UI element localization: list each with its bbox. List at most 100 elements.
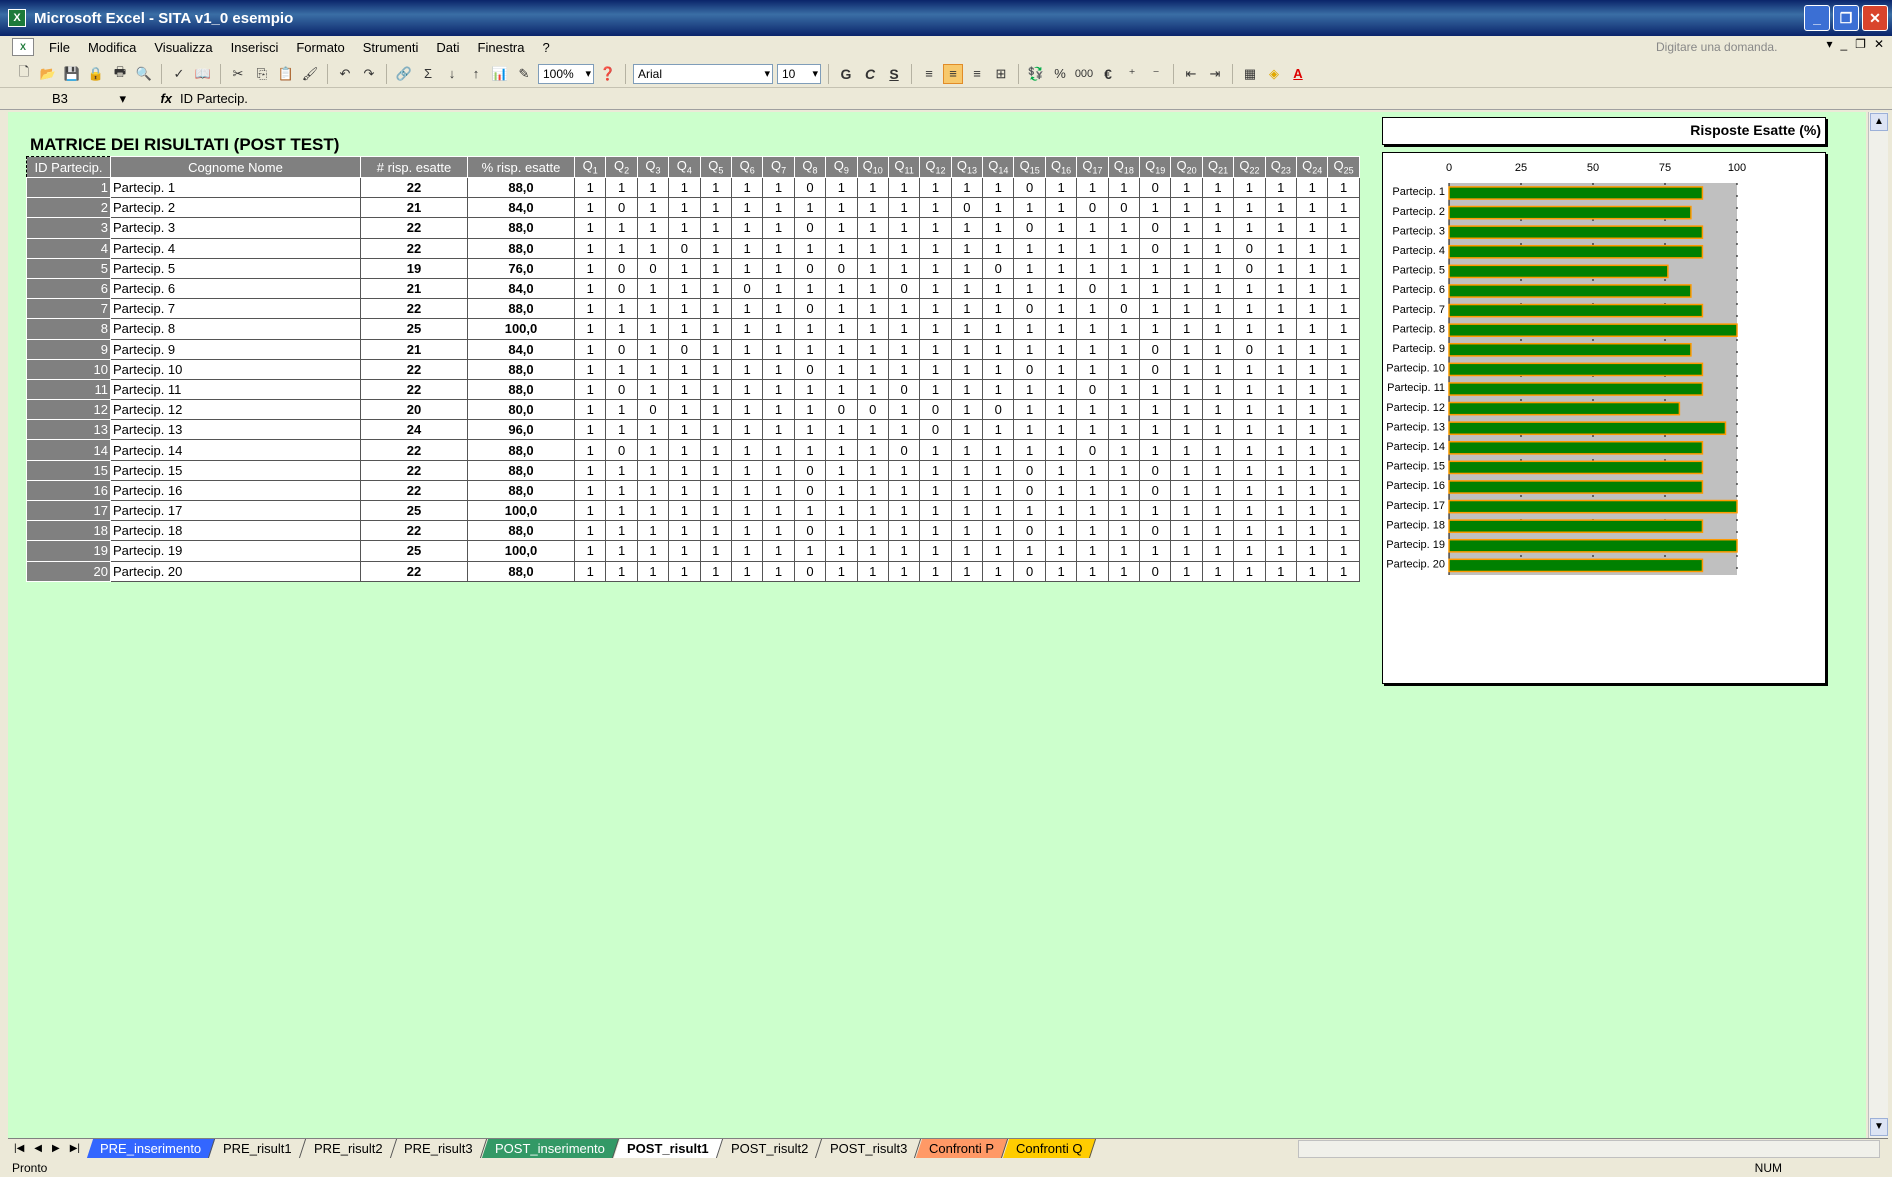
menu-formato[interactable]: Formato — [287, 40, 353, 55]
cell-answer[interactable]: 0 — [793, 257, 827, 279]
cell-answer[interactable]: 1 — [887, 217, 921, 239]
cell-answer[interactable]: 1 — [1076, 459, 1109, 481]
euro-button[interactable]: € — [1098, 64, 1118, 84]
header-percent[interactable]: % risp. esatte — [467, 156, 575, 178]
cell-answer[interactable]: 1 — [636, 520, 670, 542]
cell-answer[interactable]: 1 — [699, 560, 732, 582]
cell-answer[interactable]: 1 — [1201, 459, 1235, 481]
cell-answer[interactable]: 1 — [636, 439, 670, 461]
horizontal-scrollbar[interactable] — [1298, 1140, 1880, 1158]
cell-answer[interactable]: 1 — [573, 540, 607, 562]
cell-answer[interactable]: 1 — [636, 176, 670, 199]
cell-answer[interactable]: 1 — [1044, 459, 1078, 481]
cell-answer[interactable]: 1 — [699, 197, 732, 219]
doc-close-button[interactable]: ✕ — [1874, 37, 1884, 51]
cell-answer[interactable]: 1 — [887, 176, 921, 199]
cell-answer[interactable]: 1 — [887, 358, 921, 380]
cell-answer[interactable]: 1 — [1107, 277, 1141, 300]
header-q16[interactable]: Q16 — [1044, 156, 1078, 178]
sheet-tab-pre-inserimento[interactable]: PRE_inserimento — [86, 1139, 216, 1158]
cell-answer[interactable]: 1 — [1201, 439, 1235, 461]
cell-answer[interactable]: 1 — [1233, 499, 1266, 522]
cell-answer[interactable]: 0 — [636, 399, 670, 421]
cell-answer[interactable]: 1 — [1233, 176, 1266, 199]
align-left-icon[interactable]: ≡ — [919, 64, 939, 84]
cell-answer[interactable]: 1 — [1170, 237, 1203, 259]
cell-id[interactable]: 15 — [26, 459, 111, 481]
cell-answer[interactable]: 1 — [668, 520, 701, 542]
cell-answer[interactable]: 1 — [1170, 358, 1203, 380]
menu-strumenti[interactable]: Strumenti — [354, 40, 428, 55]
cell-answer[interactable]: 0 — [950, 197, 984, 219]
cell-answer[interactable]: 1 — [636, 499, 670, 522]
cell-answer[interactable]: 1 — [1327, 237, 1360, 259]
cell-id[interactable]: 18 — [26, 520, 111, 542]
cell-answer[interactable]: 1 — [793, 277, 827, 300]
cell-answer[interactable]: 1 — [730, 520, 764, 542]
cell-answer[interactable]: 1 — [1233, 439, 1266, 461]
header-q22[interactable]: Q22 — [1233, 156, 1266, 178]
cell-answer[interactable]: 0 — [1139, 358, 1172, 380]
bold-button[interactable]: G — [836, 64, 856, 84]
cell-id[interactable]: 11 — [26, 378, 111, 401]
cell-answer[interactable]: 1 — [982, 277, 1015, 300]
cell-answer[interactable]: 1 — [1044, 399, 1078, 421]
cell-correct[interactable]: 24 — [360, 419, 468, 441]
cell-answer[interactable]: 0 — [605, 197, 638, 219]
cell-answer[interactable]: 1 — [1327, 499, 1360, 522]
cell-answer[interactable]: 1 — [668, 378, 701, 401]
cell-answer[interactable]: 1 — [1013, 540, 1046, 562]
cell-answer[interactable]: 0 — [1013, 176, 1046, 199]
cell-answer[interactable]: 1 — [1139, 540, 1172, 562]
header-q21[interactable]: Q21 — [1201, 156, 1235, 178]
cell-answer[interactable]: 1 — [730, 378, 764, 401]
cell-answer[interactable]: 1 — [1076, 479, 1109, 502]
cell-answer[interactable]: 1 — [1264, 560, 1297, 582]
cell-answer[interactable]: 1 — [699, 217, 732, 239]
cell-answer[interactable]: 1 — [1044, 338, 1078, 360]
cell-answer[interactable]: 1 — [1076, 520, 1109, 542]
name-box[interactable]: B3 — [0, 89, 130, 109]
cell-answer[interactable]: 1 — [1139, 378, 1172, 401]
cell-answer[interactable]: 1 — [1044, 419, 1078, 441]
cell-answer[interactable]: 1 — [730, 338, 764, 360]
cell-answer[interactable]: 1 — [1013, 378, 1046, 401]
cell-name[interactable]: Partecip. 2 — [110, 197, 361, 219]
cell-answer[interactable]: 1 — [919, 378, 952, 401]
cell-answer[interactable]: 1 — [668, 540, 701, 562]
cell-answer[interactable]: 1 — [856, 318, 889, 340]
cell-answer[interactable]: 1 — [919, 237, 952, 259]
cell-percent[interactable]: 100,0 — [467, 499, 575, 522]
cell-answer[interactable]: 1 — [982, 419, 1015, 441]
cell-answer[interactable]: 1 — [825, 540, 858, 562]
cell-answer[interactable]: 1 — [1107, 520, 1141, 542]
cell-answer[interactable]: 1 — [856, 257, 889, 279]
cell-answer[interactable]: 1 — [730, 176, 764, 199]
cell-answer[interactable]: 1 — [1233, 560, 1266, 582]
cell-answer[interactable]: 1 — [573, 499, 607, 522]
cell-answer[interactable]: 1 — [1201, 318, 1235, 340]
cell-percent[interactable]: 84,0 — [467, 338, 575, 360]
cell-answer[interactable]: 0 — [605, 257, 638, 279]
cell-answer[interactable]: 1 — [699, 419, 732, 441]
cell-answer[interactable]: 1 — [1170, 499, 1203, 522]
cut-icon[interactable]: ✂ — [228, 64, 248, 84]
cell-answer[interactable]: 1 — [1233, 399, 1266, 421]
cell-answer[interactable]: 1 — [1170, 298, 1203, 320]
cell-answer[interactable]: 1 — [1044, 499, 1078, 522]
cell-answer[interactable]: 1 — [1139, 277, 1172, 300]
cell-answer[interactable]: 1 — [605, 560, 638, 582]
cell-answer[interactable]: 1 — [1013, 277, 1046, 300]
cell-answer[interactable]: 0 — [919, 419, 952, 441]
cell-answer[interactable]: 1 — [887, 338, 921, 360]
cell-answer[interactable]: 1 — [793, 197, 827, 219]
cell-answer[interactable]: 1 — [856, 459, 889, 481]
cell-percent[interactable]: 88,0 — [467, 298, 575, 320]
cell-answer[interactable]: 1 — [1233, 419, 1266, 441]
cell-answer[interactable]: 1 — [1139, 439, 1172, 461]
drawing-icon[interactable]: ✎ — [514, 64, 534, 84]
font-select[interactable]: Arial — [633, 63, 773, 84]
cell-answer[interactable]: 1 — [982, 197, 1015, 219]
cell-answer[interactable]: 1 — [1264, 520, 1297, 542]
formula-input[interactable]: ID Partecip. — [180, 91, 248, 106]
